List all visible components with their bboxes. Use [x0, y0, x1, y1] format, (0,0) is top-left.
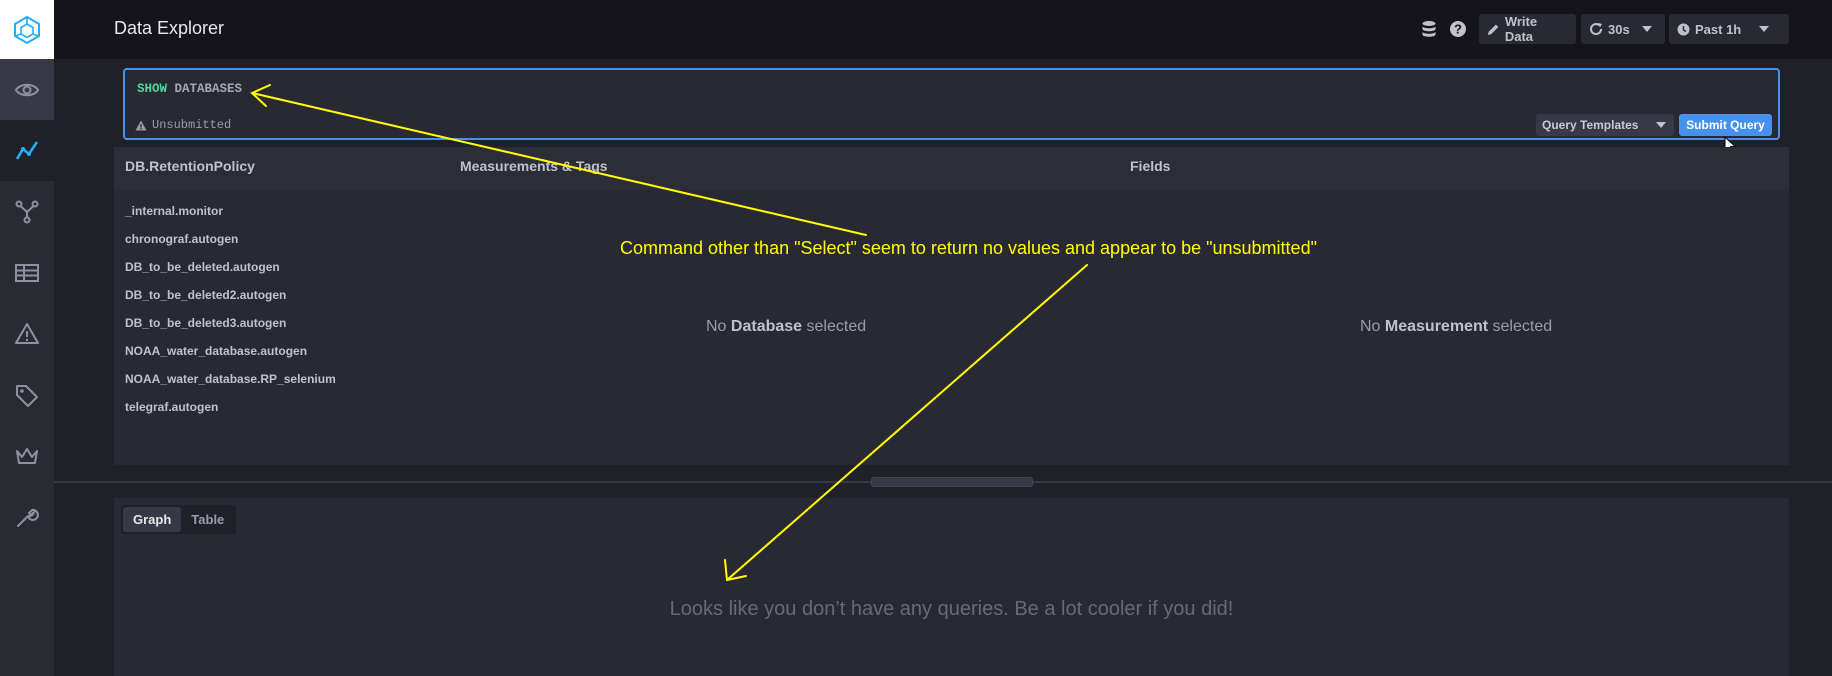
- eye-icon: [14, 83, 40, 96]
- sidebar: [0, 0, 54, 676]
- clock-icon: [1677, 23, 1690, 35]
- column-header-db: DB.RetentionPolicy: [125, 158, 255, 174]
- query-templates-dropdown[interactable]: Query Templates: [1536, 114, 1674, 136]
- time-range-label: Past 1h: [1695, 21, 1742, 37]
- pencil-icon: [1487, 24, 1499, 35]
- database-list-item[interactable]: DB_to_be_deleted3.autogen: [125, 309, 336, 337]
- query-templates-label: Query Templates: [1542, 118, 1639, 132]
- no-measurement-message: No Measurement selected: [1360, 318, 1553, 335]
- sidebar-item-status[interactable]: [0, 59, 54, 120]
- database-list-item[interactable]: DB_to_be_deleted.autogen: [125, 253, 336, 281]
- dashboard-grid-icon: [15, 263, 39, 282]
- branch-icon: [15, 200, 39, 223]
- sidebar-item-hosts[interactable]: [0, 181, 54, 242]
- logo-icon: [14, 15, 40, 44]
- resize-handle[interactable]: [871, 477, 1033, 487]
- query-status: Unsubmitted: [135, 118, 231, 132]
- database-selector[interactable]: [1418, 18, 1440, 40]
- sidebar-item-data-explorer[interactable]: [0, 120, 54, 181]
- query-text[interactable]: SHOW DATABASES: [137, 82, 242, 96]
- autorefresh-dropdown[interactable]: 30s: [1581, 14, 1665, 44]
- sidebar-item-alerting[interactable]: [0, 303, 54, 364]
- svg-text:?: ?: [1454, 22, 1462, 37]
- query-body: DATABASES: [174, 82, 243, 96]
- page-header: Data Explorer ? Write Data 30s Past 1h: [54, 0, 1832, 59]
- schema-explorer: DB.RetentionPolicy Measurements & Tags F…: [114, 147, 1789, 465]
- database-icon: [1422, 21, 1436, 37]
- database-list-item[interactable]: _internal.monitor: [125, 197, 336, 225]
- influxdb-logo[interactable]: [0, 0, 54, 59]
- visualization-panel: Graph Table Looks like you don’t have an…: [114, 498, 1789, 676]
- database-list-item[interactable]: DB_to_be_deleted2.autogen: [125, 281, 336, 309]
- annotation-text: Command other than "Select" seem to retu…: [620, 238, 1317, 258]
- column-header-measurements: Measurements & Tags: [460, 158, 608, 174]
- sidebar-item-dashboards[interactable]: [0, 242, 54, 303]
- write-data-button[interactable]: Write Data: [1479, 14, 1576, 44]
- database-list-item[interactable]: telegraf.autogen: [125, 393, 336, 421]
- data-explorer-icon: [15, 140, 39, 160]
- tab-table[interactable]: Table: [181, 507, 234, 532]
- refresh-interval-label: 30s: [1608, 21, 1630, 37]
- page-title: Data Explorer: [114, 18, 225, 38]
- query-editor[interactable]: SHOW DATABASES Unsubmitted Query Templat…: [123, 68, 1780, 140]
- chevron-down-icon: [1759, 26, 1770, 32]
- chevron-down-icon: [1656, 122, 1666, 128]
- no-database-message: No Database selected: [706, 318, 867, 335]
- alert-icon: [15, 322, 39, 344]
- database-list-item[interactable]: NOAA_water_database.autogen: [125, 337, 336, 365]
- empty-graph-message: Looks like you don’t have any queries. B…: [669, 598, 1234, 620]
- view-toggle: Graph Table: [121, 505, 237, 534]
- wrench-icon: [17, 508, 39, 527]
- database-list-item[interactable]: chronograf.autogen: [125, 225, 336, 253]
- submit-query-button[interactable]: Submit Query: [1679, 114, 1772, 136]
- help-button[interactable]: ?: [1447, 18, 1469, 40]
- time-range-dropdown[interactable]: Past 1h: [1669, 14, 1789, 44]
- crown-icon: [16, 447, 38, 464]
- sidebar-item-configuration[interactable]: [0, 486, 54, 547]
- tags-icon: [16, 384, 38, 407]
- schema-header: DB.RetentionPolicy Measurements & Tags F…: [114, 147, 1789, 190]
- database-list: _internal.monitor chronograf.autogen DB_to…: [125, 197, 336, 421]
- chevron-down-icon: [1641, 26, 1652, 32]
- warning-icon: [135, 120, 147, 130]
- sidebar-item-log-viewer[interactable]: [0, 364, 54, 425]
- tab-graph[interactable]: Graph: [123, 507, 182, 532]
- database-list-item[interactable]: NOAA_water_database.RP_selenium: [125, 365, 336, 393]
- query-keyword: SHOW: [137, 82, 168, 96]
- sidebar-item-admin[interactable]: [0, 425, 54, 486]
- write-data-label: Write Data: [1504, 14, 1538, 44]
- column-header-fields: Fields: [1130, 158, 1171, 174]
- question-icon: ?: [1450, 21, 1466, 37]
- query-status-label: Unsubmitted: [152, 118, 232, 132]
- refresh-icon: [1590, 23, 1603, 36]
